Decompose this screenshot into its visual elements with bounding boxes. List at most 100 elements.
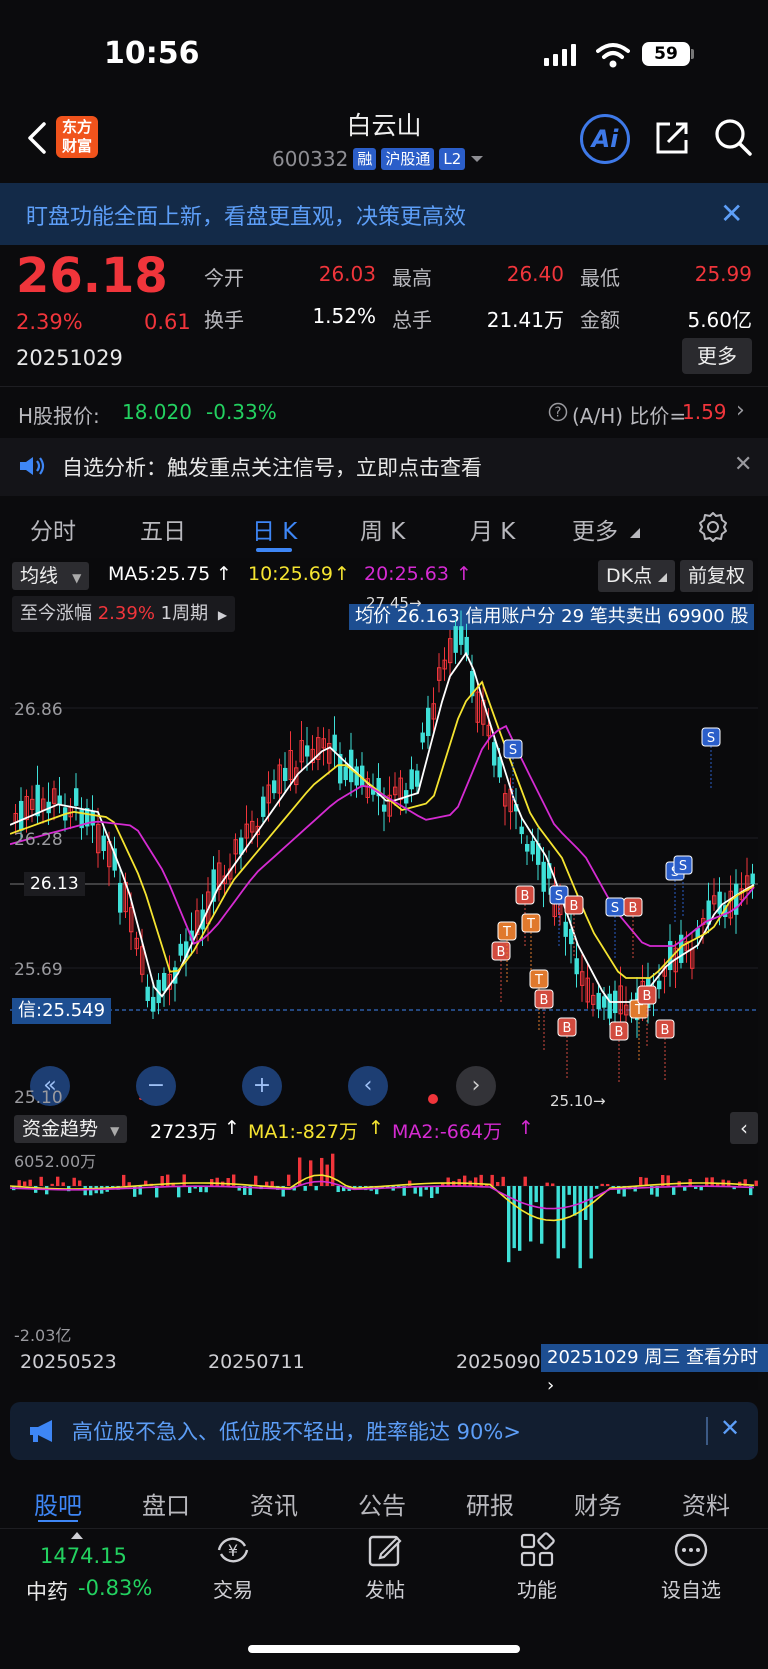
- candle-body: [74, 788, 79, 806]
- ma5-arrow-icon: ↑: [216, 563, 232, 585]
- signal-marker-label: B: [615, 1025, 624, 1040]
- close-icon[interactable]: ✕: [720, 1414, 740, 1442]
- close-icon[interactable]: ✕: [734, 452, 752, 477]
- tab-monthly-k[interactable]: 月 K: [470, 512, 515, 546]
- arrow-up-icon: ↑: [224, 1117, 240, 1139]
- nav-functions[interactable]: 功能: [492, 1530, 582, 1603]
- gear-icon[interactable]: [696, 510, 730, 544]
- close-icon[interactable]: ✕: [720, 197, 743, 230]
- arrow-up-icon: ↑: [518, 1117, 534, 1139]
- signal-marker-label: B: [540, 993, 549, 1008]
- scroll-left-button[interactable]: ‹: [348, 1066, 388, 1106]
- chevron-down-icon: ▼: [72, 571, 82, 585]
- scroll-right-button[interactable]: ›: [456, 1066, 496, 1106]
- flow-bar: [265, 1181, 269, 1186]
- tab-profile[interactable]: 资料: [682, 1486, 730, 1521]
- candle-body: [596, 992, 601, 1010]
- h-share-change: -0.33%: [206, 400, 277, 424]
- zoom-out-button[interactable]: −: [136, 1066, 176, 1106]
- flow-bar: [710, 1177, 714, 1186]
- candle-body: [453, 626, 458, 653]
- tab-orderbook[interactable]: 盘口: [142, 1486, 190, 1521]
- open-label: 今开: [204, 266, 244, 290]
- fund-flow-selector[interactable]: 资金趋势 ▼: [14, 1115, 128, 1143]
- nav-set-watchlist[interactable]: 设自选: [646, 1530, 736, 1603]
- nav-trade[interactable]: ¥ 交易: [188, 1530, 278, 1603]
- fund-flow-ma2: MA2:-664万: [392, 1121, 503, 1143]
- tab-research[interactable]: 研报: [466, 1486, 514, 1521]
- dropdown-corner-icon: [630, 528, 640, 538]
- tab-intraday[interactable]: 分时: [30, 512, 76, 546]
- nav-trade-label: 交易: [213, 1578, 253, 1602]
- more-button[interactable]: 更多: [682, 338, 752, 374]
- signal-marker-label: B: [661, 1023, 670, 1038]
- sector-index-change[interactable]: -0.83%: [78, 1576, 152, 1600]
- change-percent: 2.39%: [16, 310, 83, 334]
- candle-body: [354, 766, 359, 786]
- flow-bar: [430, 1186, 434, 1198]
- flow-bar: [78, 1180, 82, 1186]
- candle-body: [305, 745, 310, 757]
- tab-daily-k[interactable]: 日 K: [252, 512, 297, 546]
- collapse-button[interactable]: ‹: [730, 1112, 758, 1144]
- ma10-value: 10:25.69: [248, 563, 333, 585]
- stock-code-row[interactable]: 600332 融 沪股通 L2: [272, 146, 484, 172]
- ma20-value: 20:25.63: [364, 563, 449, 585]
- kline-chart[interactable]: 27.45→ 25.10→ S SBTBTSBTBBSBBTBBSSS: [10, 590, 758, 1110]
- nav-post[interactable]: 发帖: [340, 1530, 430, 1603]
- indicator-selector[interactable]: 均线 ▼: [12, 562, 90, 590]
- ai-assistant-button[interactable]: Ai: [580, 114, 630, 164]
- candle-body: [118, 882, 123, 913]
- more-dots-icon: [674, 1533, 708, 1567]
- flow-bar: [39, 1176, 43, 1186]
- zoom-in-button[interactable]: +: [242, 1066, 282, 1106]
- credit-price-tag: 信:25.549: [12, 998, 112, 1024]
- candle-body: [541, 861, 546, 892]
- flow-bar: [595, 1186, 599, 1189]
- search-icon[interactable]: [712, 116, 754, 158]
- candle-body: [261, 796, 266, 817]
- help-icon[interactable]: ?: [548, 402, 568, 422]
- chevron-right-icon: ›: [547, 1375, 555, 1396]
- sector-index-name[interactable]: 中药: [26, 1576, 68, 1606]
- fund-flow-chart[interactable]: [10, 1148, 758, 1344]
- home-indicator: [248, 1645, 520, 1653]
- flow-bar: [578, 1186, 582, 1269]
- tab-announcements[interactable]: 公告: [358, 1486, 406, 1521]
- tab-financials[interactable]: 财务: [574, 1486, 622, 1521]
- tab-weekly-k[interactable]: 周 K: [360, 512, 405, 546]
- flow-bar: [540, 1186, 544, 1244]
- share-icon[interactable]: [652, 118, 692, 158]
- flow-bar: [287, 1174, 291, 1186]
- candle-body: [420, 732, 425, 743]
- flow-bar: [518, 1186, 522, 1251]
- dk-point-button[interactable]: DK点: [598, 560, 676, 592]
- chevron-right-icon[interactable]: ›: [736, 398, 745, 423]
- signal-marker-label: S: [555, 889, 563, 904]
- flow-bar: [303, 1186, 307, 1191]
- nav-set-watchlist-label: 设自选: [661, 1578, 721, 1602]
- tab-five-day[interactable]: 五日: [140, 512, 186, 546]
- candle-body: [426, 707, 431, 737]
- flow-bar: [523, 1176, 527, 1186]
- signal-marker-label: S: [707, 731, 715, 746]
- tab-news[interactable]: 资讯: [250, 1486, 298, 1521]
- candle-body: [162, 972, 167, 991]
- adjustment-button[interactable]: 前复权: [680, 560, 754, 592]
- candle-body: [574, 958, 579, 975]
- speaker-icon: [20, 457, 45, 475]
- wifi-icon: [596, 43, 630, 68]
- flow-bar: [336, 1186, 340, 1193]
- back-arrow-icon[interactable]: [22, 118, 52, 158]
- tab-forum[interactable]: 股吧: [34, 1486, 82, 1521]
- ah-ratio-value: 1.59: [682, 400, 727, 424]
- signal-marker-label: S: [611, 901, 619, 916]
- sector-index-value[interactable]: 1474.15: [40, 1544, 127, 1568]
- view-intraday-banner[interactable]: 20251029 周三 查看分时 ›: [541, 1344, 768, 1396]
- candle-body: [101, 835, 106, 852]
- y-axis-label: 25.10: [14, 1088, 63, 1108]
- flow-bar: [314, 1186, 318, 1191]
- candle-body: [750, 873, 755, 885]
- tab-more[interactable]: 更多: [572, 512, 618, 546]
- y-axis-label: 26.86: [14, 700, 63, 720]
